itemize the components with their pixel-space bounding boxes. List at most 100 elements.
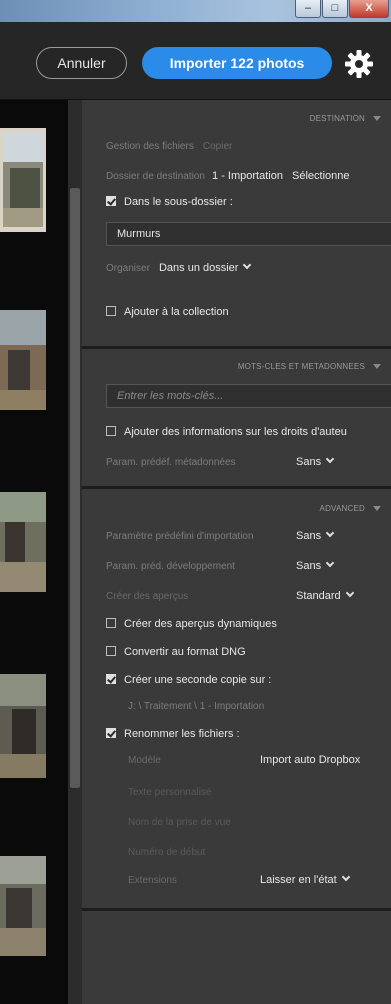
previews-value: Standard: [296, 590, 341, 602]
import-preset-value: Sans: [296, 530, 322, 542]
import-button[interactable]: Importer 122 photos: [142, 47, 332, 79]
chevron-down-icon: [345, 588, 354, 598]
convert-dng-row[interactable]: Convertir au format DNG: [106, 646, 391, 658]
import-settings-panel: DESTINATION Gestion des fichiers Copier …: [82, 100, 391, 1004]
window-title-bar: – □ X: [0, 0, 391, 22]
photo-thumbnail[interactable]: [0, 492, 46, 592]
smart-previews-row[interactable]: Créer des aperçus dynamiques: [106, 618, 391, 630]
metadata-preset-dropdown[interactable]: Sans: [296, 454, 335, 468]
chevron-down-icon: [325, 528, 335, 538]
chevron-down-icon: [341, 872, 350, 882]
organize-value: Dans un dossier: [158, 262, 239, 274]
import-preset-row: Paramètre prédéfini d'importation Sans: [106, 528, 391, 542]
import-preset-dropdown[interactable]: Sans: [296, 528, 335, 542]
keywords-input[interactable]: [117, 390, 391, 402]
photo-thumbnail[interactable]: [0, 856, 46, 956]
collapse-caret-icon: [373, 116, 381, 122]
import-preset-label: Paramètre prédéfini d'importation: [106, 531, 254, 542]
scrollbar-thumb[interactable]: [70, 188, 80, 788]
previews-dropdown[interactable]: Standard: [296, 588, 354, 602]
collapse-caret-icon: [373, 506, 381, 512]
extensions-dropdown[interactable]: Laisser en l'état: [260, 872, 350, 886]
section-header-advanced[interactable]: ADVANCED: [320, 504, 381, 513]
subfolder-checkbox-row[interactable]: Dans le sous-dossier :: [106, 196, 391, 208]
minimize-button[interactable]: –: [295, 0, 321, 18]
section-divider: [82, 908, 391, 911]
second-copy-label: Créer une seconde copie sur :: [124, 674, 272, 686]
collapse-caret-icon: [373, 364, 381, 370]
develop-preset-label: Param. préd. développement: [106, 561, 235, 572]
section-title: ADVANCED: [319, 504, 365, 513]
import-action-bar: Annuler Importer 122 photos: [0, 22, 391, 100]
copyright-row[interactable]: Ajouter des informations sur les droits …: [106, 426, 391, 438]
start-number-row: Numéro de début: [128, 846, 391, 858]
photo-thumbnail[interactable]: [0, 310, 46, 410]
metadata-preset-value: Sans: [296, 456, 322, 468]
smart-previews-checkbox[interactable]: [106, 618, 116, 629]
template-label: Modèle: [128, 755, 161, 766]
subfolder-name-input[interactable]: [117, 228, 391, 240]
start-number-label: Numéro de début: [128, 847, 206, 858]
section-header-destination[interactable]: DESTINATION: [310, 114, 381, 123]
previews-row: Créer des aperçus Standard: [106, 588, 391, 602]
cancel-button[interactable]: Annuler: [36, 47, 127, 79]
second-copy-path-text: J: \ Traitement \ 1 - Importation: [128, 701, 265, 712]
custom-text-row: Texte personnalisé: [128, 786, 391, 798]
destination-folder-value[interactable]: 1 - Importation: [212, 170, 283, 182]
destination-folder-label: Dossier de destination: [106, 171, 205, 182]
chevron-down-icon: [325, 454, 335, 464]
file-handling-value[interactable]: Copier: [203, 141, 232, 152]
section-title: DESTINATION: [309, 114, 365, 123]
organize-dropdown[interactable]: Dans un dossier: [158, 260, 252, 274]
subfolder-name-field[interactable]: [106, 222, 391, 246]
metadata-preset-row: Param. prédéf. métadonnées Sans: [106, 454, 391, 468]
organize-row: Organiser Dans un dossier: [106, 260, 391, 274]
add-collection-row[interactable]: Ajouter à la collection: [106, 306, 391, 318]
section-header-keywords[interactable]: MOTS-CLES ET METADONNEES: [238, 362, 381, 371]
convert-dng-label: Convertir au format DNG: [124, 646, 246, 658]
photo-thumbnail[interactable]: [0, 128, 46, 232]
previews-label: Créer des aperçus: [106, 591, 189, 602]
convert-dng-checkbox[interactable]: [106, 646, 116, 657]
rename-row[interactable]: Renommer les fichiers :: [106, 728, 391, 740]
extensions-row: Extensions Laisser en l'état: [128, 872, 391, 886]
destination-folder-row: Dossier de destination 1 - Importation S…: [106, 170, 391, 182]
rename-label: Renommer les fichiers :: [124, 728, 240, 740]
file-handling-row: Gestion des fichiers Copier: [106, 140, 391, 152]
keywords-field[interactable]: [106, 384, 391, 408]
organize-label: Organiser: [106, 263, 150, 274]
add-collection-label: Ajouter à la collection: [124, 306, 229, 318]
shoot-name-label: Nom de la prise de vue: [128, 817, 231, 828]
chevron-down-icon: [243, 260, 252, 270]
copyright-checkbox[interactable]: [106, 426, 116, 437]
metadata-preset-label: Param. prédéf. métadonnées: [106, 457, 236, 468]
subfolder-checkbox[interactable]: [106, 196, 116, 207]
second-copy-row[interactable]: Créer une seconde copie sur :: [106, 674, 391, 686]
maximize-button[interactable]: □: [322, 0, 348, 18]
close-button[interactable]: X: [349, 0, 389, 18]
extensions-label: Extensions: [128, 875, 177, 886]
chevron-down-icon: [325, 558, 335, 568]
second-copy-checkbox[interactable]: [106, 674, 116, 685]
rename-checkbox[interactable]: [106, 728, 116, 739]
template-dropdown[interactable]: Import auto Dropbox: [260, 754, 360, 766]
section-title: MOTS-CLES ET METADONNEES: [237, 362, 365, 371]
smart-previews-label: Créer des aperçus dynamiques: [124, 618, 277, 630]
second-copy-path[interactable]: J: \ Traitement \ 1 - Importation: [128, 700, 391, 712]
thumbnail-scrollbar[interactable]: [68, 100, 82, 1004]
select-folder-link[interactable]: Sélectionne: [292, 170, 350, 182]
extensions-value: Laisser en l'état: [260, 874, 337, 886]
shoot-name-row: Nom de la prise de vue: [128, 816, 391, 828]
add-collection-checkbox[interactable]: [106, 306, 116, 317]
section-divider: [82, 346, 391, 349]
file-handling-label: Gestion des fichiers: [106, 141, 194, 152]
develop-preset-dropdown[interactable]: Sans: [296, 558, 335, 572]
gear-icon[interactable]: [343, 48, 375, 80]
copyright-label: Ajouter des informations sur les droits …: [124, 426, 347, 438]
section-divider: [82, 486, 391, 489]
develop-preset-value: Sans: [296, 560, 322, 572]
develop-preset-row: Param. préd. développement Sans: [106, 558, 391, 572]
window-controls: – □ X: [295, 0, 389, 18]
photo-thumbnail[interactable]: [0, 674, 46, 778]
subfolder-label: Dans le sous-dossier :: [124, 196, 233, 208]
